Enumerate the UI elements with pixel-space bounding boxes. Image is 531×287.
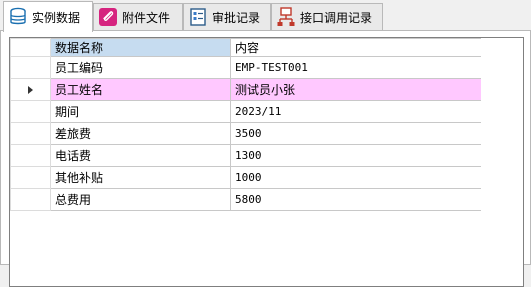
tab-approval-records[interactable]: 审批记录: [183, 3, 271, 30]
row-header[interactable]: [10, 188, 51, 211]
database-icon: [8, 6, 28, 28]
tab-instance-data[interactable]: 实例数据: [3, 1, 93, 32]
header-row: 数据名称 内容: [10, 38, 482, 57]
grid-empty-area: [481, 38, 523, 286]
tab-label: 接口调用记录: [300, 10, 373, 25]
table-row[interactable]: 电话费 1300: [10, 144, 482, 167]
cell-value[interactable]: 1300: [230, 144, 482, 167]
checklist-icon: [188, 6, 208, 28]
tab-label: 审批记录: [212, 10, 261, 25]
row-header[interactable]: [10, 100, 51, 123]
paperclip-icon: [98, 6, 118, 28]
cell-value[interactable]: 3500: [230, 122, 482, 145]
data-table: 数据名称 内容 员工编码 EMP-TEST001 员工姓名 测试员小张 期间 2…: [10, 38, 482, 211]
tab-attachments[interactable]: 附件文件: [93, 3, 183, 30]
row-header[interactable]: [10, 144, 51, 167]
table-row[interactable]: 员工编码 EMP-TEST001: [10, 56, 482, 79]
cell-name[interactable]: 电话费: [50, 144, 231, 167]
cell-value[interactable]: 1000: [230, 166, 482, 189]
row-header[interactable]: [10, 166, 51, 189]
corner-cell: [10, 38, 51, 57]
data-grid: 数据名称 内容 员工编码 EMP-TEST001 员工姓名 测试员小张 期间 2…: [9, 37, 524, 287]
cell-value[interactable]: 2023/11: [230, 100, 482, 123]
table-row[interactable]: 差旅费 3500: [10, 122, 482, 145]
tab-bar: 实例数据 附件文件 审批记录 接口调用记录: [0, 0, 531, 32]
network-icon: [276, 6, 296, 28]
cell-name[interactable]: 其他补贴: [50, 166, 231, 189]
cell-name[interactable]: 员工姓名: [50, 78, 231, 101]
row-header[interactable]: [10, 78, 51, 101]
table-row[interactable]: 期间 2023/11: [10, 100, 482, 123]
table-row[interactable]: 员工姓名 测试员小张: [10, 78, 482, 101]
current-row-arrow-icon: [28, 85, 33, 94]
cell-name[interactable]: 员工编码: [50, 56, 231, 79]
cell-name[interactable]: 差旅费: [50, 122, 231, 145]
column-header-name[interactable]: 数据名称: [50, 38, 231, 57]
tab-content-panel: 数据名称 内容 员工编码 EMP-TEST001 员工姓名 测试员小张 期间 2…: [0, 30, 531, 287]
row-header[interactable]: [10, 122, 51, 145]
table-row[interactable]: 总费用 5800: [10, 188, 482, 211]
tab-label: 附件文件: [122, 10, 171, 25]
cell-name[interactable]: 期间: [50, 100, 231, 123]
cell-value[interactable]: 5800: [230, 188, 482, 211]
row-header[interactable]: [10, 56, 51, 79]
table-row[interactable]: 其他补贴 1000: [10, 166, 482, 189]
cell-value[interactable]: EMP-TEST001: [230, 56, 482, 79]
tab-api-call-records[interactable]: 接口调用记录: [271, 3, 383, 30]
cell-name[interactable]: 总费用: [50, 188, 231, 211]
column-header-value[interactable]: 内容: [230, 38, 482, 57]
cell-value[interactable]: 测试员小张: [230, 78, 482, 101]
tab-label: 实例数据: [32, 10, 81, 25]
